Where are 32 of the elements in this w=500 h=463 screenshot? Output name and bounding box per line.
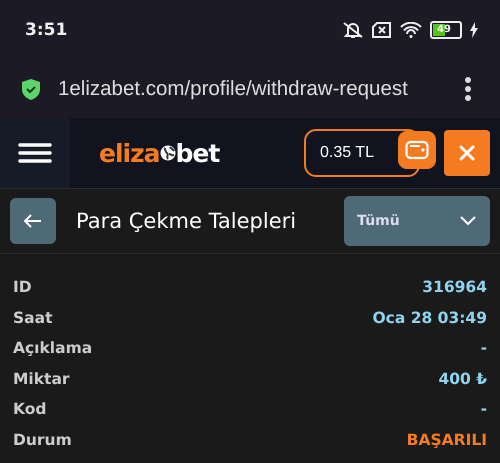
muted-bell-icon (342, 21, 364, 39)
detail-value: Oca 28 03:49 (372, 308, 487, 327)
logo-text: eliza (99, 138, 160, 168)
detail-value: 316964 (422, 278, 487, 296)
detail-label: Miktar (13, 370, 70, 388)
detail-label: Saat (13, 308, 52, 327)
close-button[interactable] (444, 130, 490, 176)
detail-value: - (480, 339, 487, 358)
detail-label: Açıklama (13, 339, 92, 358)
logo-text: bet (176, 138, 220, 168)
detail-label: Durum (13, 430, 72, 449)
detail-label: Kod (13, 400, 46, 418)
menu-icon[interactable] (18, 143, 52, 163)
status-value: BAŞARILI (406, 430, 487, 449)
shield-check-icon (22, 78, 40, 100)
wallet-button[interactable] (398, 131, 436, 169)
filter-dropdown[interactable]: Tümü (344, 196, 490, 246)
back-button[interactable] (10, 198, 56, 244)
wifi-icon (400, 22, 422, 38)
charging-icon (470, 22, 478, 38)
chevron-down-icon[interactable] (460, 216, 476, 226)
menu-button[interactable] (0, 118, 70, 188)
detail-label: ID (13, 278, 32, 296)
page-title: Para Çekme Talepleri (76, 209, 298, 233)
detail-value: - (480, 400, 487, 418)
detail-value: 400 ₺ (438, 370, 487, 388)
clock-time: 3:51 (25, 20, 68, 40)
sim-off-icon (372, 22, 392, 38)
close-icon[interactable] (459, 145, 475, 161)
more-menu-icon[interactable] (464, 77, 472, 101)
globe-icon (160, 145, 176, 161)
back-arrow-icon[interactable] (24, 214, 42, 228)
